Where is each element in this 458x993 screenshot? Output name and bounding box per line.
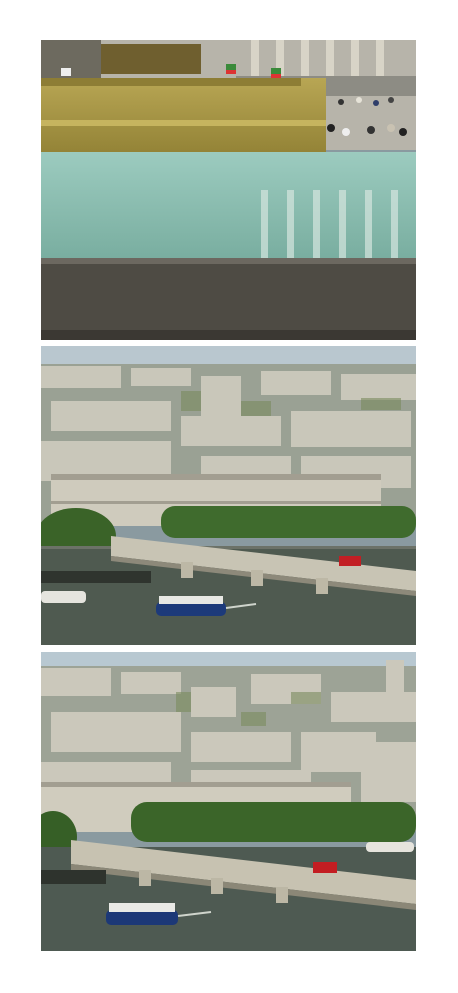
red-bus bbox=[313, 862, 337, 873]
moored-boat bbox=[366, 842, 414, 852]
moored-barge bbox=[41, 571, 151, 583]
trees-embankment bbox=[161, 506, 416, 538]
photo-triptych bbox=[0, 0, 458, 993]
sky bbox=[41, 652, 416, 666]
river-view-close-photo bbox=[41, 652, 416, 951]
stone-ledge bbox=[41, 258, 416, 340]
river-view-wide-photo bbox=[41, 346, 416, 645]
moored-barge bbox=[41, 870, 106, 884]
fountain-scene bbox=[41, 40, 416, 340]
trees-embankment bbox=[131, 802, 416, 842]
red-bus bbox=[339, 556, 361, 566]
fountain-upper-bowl bbox=[101, 44, 201, 74]
river-view-close-scene bbox=[41, 652, 416, 951]
moored-boat bbox=[41, 591, 86, 603]
fountain-photo bbox=[41, 40, 416, 340]
sky bbox=[41, 346, 416, 364]
river-view-wide-scene bbox=[41, 346, 416, 645]
fountain-water bbox=[41, 152, 416, 262]
